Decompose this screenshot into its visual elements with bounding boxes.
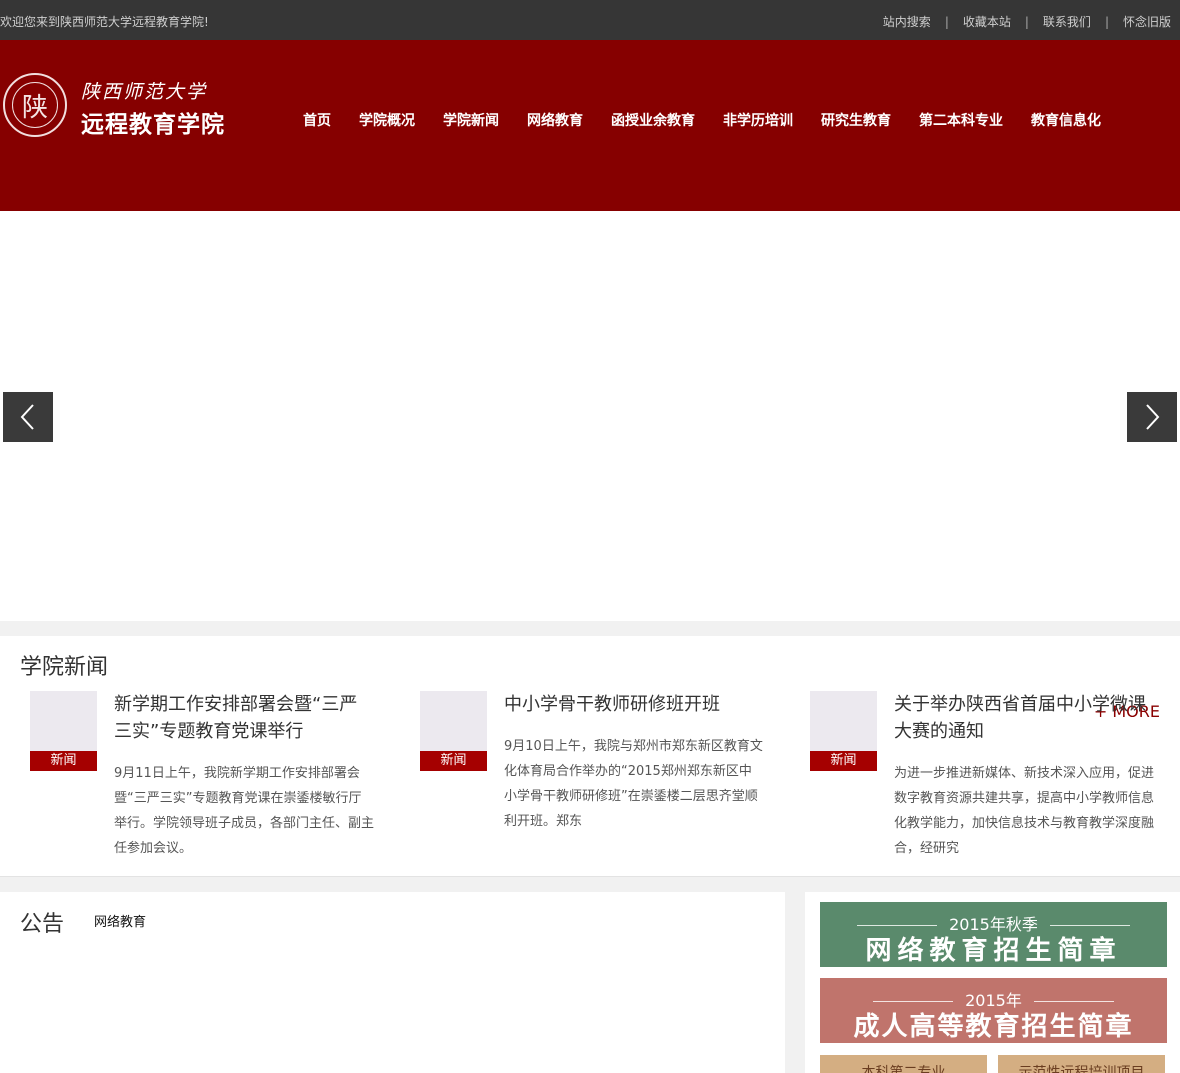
remote-training-project-tile[interactable]: 示范性远程培训项目 (998, 1055, 1165, 1073)
news-title[interactable]: 中小学骨干教师研修班开班 (504, 691, 764, 718)
notice-section: 公告 网络教育 (0, 892, 785, 1073)
online-education-enrollment-banner[interactable]: 2015年秋季 网络教育招生简章 (820, 902, 1167, 967)
promo-title: 网络教育招生简章 (865, 936, 1122, 966)
site-search-link[interactable]: 站内搜索 (883, 13, 931, 30)
link-separator: | (1104, 14, 1109, 29)
news-summary: 9月10日上午，我院与郑州市郑东新区教育文化体育局合作举办的“2015郑州郑东新… (504, 739, 763, 829)
seal-character: 陕 (12, 82, 58, 128)
site-header: 陕 陕西师范大学 远程教育学院 首页 学院概况 学院新闻 网络教育 函授业余教育… (0, 40, 1180, 211)
news-tag: 新闻 (420, 751, 487, 771)
news-section: 学院新闻 + MORE 新闻 新学期工作安排部署会暨“三严三实”专题教育党课举行… (0, 636, 1180, 877)
notice-tab-online-education[interactable]: 网络教育 (94, 911, 146, 930)
news-section-title: 学院新闻 (20, 655, 109, 680)
nav-education-informatization[interactable]: 教育信息化 (1031, 110, 1101, 130)
news-title[interactable]: 新学期工作安排部署会暨“三严三实”专题教育党课举行 (114, 691, 374, 745)
university-seal-icon: 陕 (3, 73, 67, 137)
link-separator: | (944, 14, 949, 29)
nav-graduate-education[interactable]: 研究生教育 (821, 110, 891, 130)
top-links: 站内搜索 | 收藏本站 | 联系我们 | 怀念旧版 (883, 13, 1171, 30)
adult-education-enrollment-banner[interactable]: 2015年 成人高等教育招生简章 (820, 978, 1167, 1043)
promo-title: 成人高等教育招生简章 (853, 1012, 1134, 1042)
slider-next-button[interactable] (1127, 392, 1177, 442)
news-summary: 9月11日上午，我院新学期工作安排部署会暨“三严三实”专题教育党课在崇鋈楼敏行厅… (114, 766, 375, 856)
news-summary: 为进一步推进新媒体、新技术深入应用，促进数字教育资源共建共享，提高中小学教师信息… (894, 766, 1155, 856)
nav-non-degree-training[interactable]: 非学历培训 (723, 110, 793, 130)
top-bar: 欢迎您来到陕西师范大学远程教育学院! 站内搜索 | 收藏本站 | 联系我们 | … (0, 0, 1180, 40)
nav-second-bachelor[interactable]: 第二本科专业 (919, 110, 1003, 130)
nav-news[interactable]: 学院新闻 (443, 110, 499, 130)
contact-link[interactable]: 联系我们 (1043, 13, 1091, 30)
site-logo[interactable]: 陕 陕西师范大学 远程教育学院 (3, 73, 243, 143)
logo-college-name: 远程教育学院 (81, 112, 225, 138)
banner-slider (0, 211, 1180, 621)
link-separator: | (1024, 14, 1029, 29)
nav-about[interactable]: 学院概况 (359, 110, 415, 130)
chevron-right-icon (1146, 404, 1160, 430)
chevron-left-icon (20, 404, 34, 430)
old-version-link[interactable]: 怀念旧版 (1123, 13, 1171, 30)
bookmark-link[interactable]: 收藏本站 (963, 13, 1011, 30)
second-bachelor-tile[interactable]: 本科第二专业 (820, 1055, 987, 1073)
news-tag: 新闻 (30, 751, 97, 771)
welcome-text: 欢迎您来到陕西师范大学远程教育学院! (0, 15, 209, 29)
slider-prev-button[interactable] (3, 392, 53, 442)
news-title[interactable]: 关于举办陕西省首届中小学微课大赛的通知 (894, 691, 1154, 745)
nav-home[interactable]: 首页 (303, 110, 331, 130)
promo-sidebar: 2015年秋季 网络教育招生简章 2015年 成人高等教育招生简章 本科第二专业… (805, 892, 1180, 1073)
nav-online-education[interactable]: 网络教育 (527, 110, 583, 130)
notice-section-title: 公告 (20, 912, 65, 937)
logo-university-name: 陕西师范大学 (81, 81, 208, 103)
news-tag: 新闻 (810, 751, 877, 771)
main-nav: 首页 学院概况 学院新闻 网络教育 函授业余教育 非学历培训 研究生教育 第二本… (303, 110, 1101, 130)
nav-correspondence-education[interactable]: 函授业余教育 (611, 110, 695, 130)
